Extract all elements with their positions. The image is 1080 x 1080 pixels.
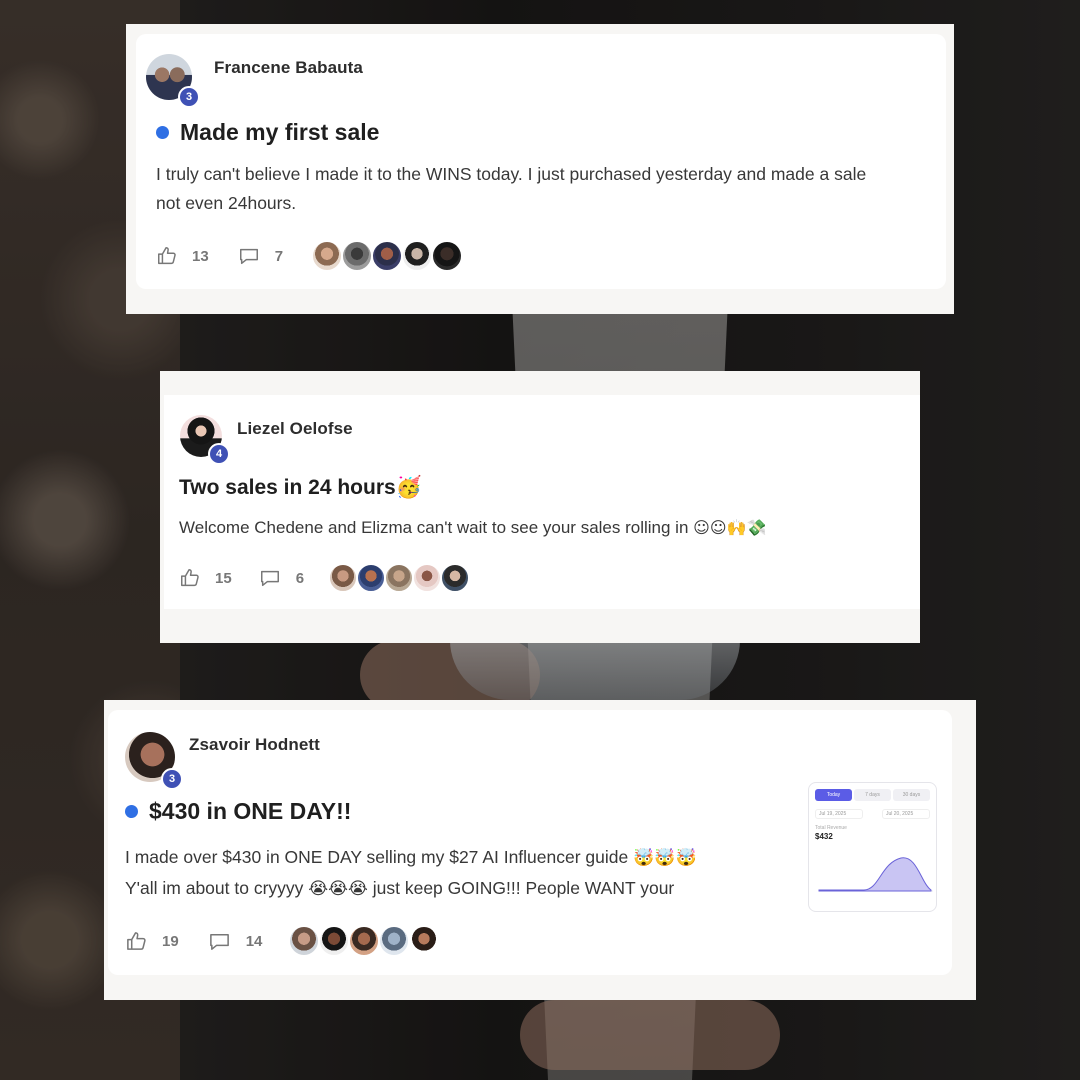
commenter-avatar[interactable] (440, 563, 471, 593)
post-frame-1: 3 Francene Babauta Made my first sale I … (126, 24, 954, 314)
post-author[interactable]: 4 Liezel Oelofse (180, 415, 353, 465)
commenter-avatar[interactable] (311, 240, 344, 272)
post-body-line: I truly can't believe I made it to the W… (156, 164, 867, 184)
attachment-tab: Today (815, 789, 852, 801)
author-name[interactable]: Francene Babauta (214, 58, 363, 78)
speech-bubble-icon (239, 248, 258, 265)
comment-button[interactable]: 6 (258, 567, 304, 589)
post-frame-3: 3 Zsavoir Hodnett $430 in ONE DAY!! I ma… (104, 700, 976, 1000)
post-title-text: Made my first sale (180, 119, 380, 145)
post-stats: 13 7 (156, 240, 464, 272)
like-button[interactable]: 19 (125, 930, 179, 953)
comment-button[interactable]: 7 (237, 245, 283, 267)
commenter-avatar[interactable] (412, 563, 443, 593)
post-card[interactable]: 3 Zsavoir Hodnett $430 in ONE DAY!! I ma… (108, 710, 952, 975)
post-title[interactable]: Made my first sale (156, 119, 379, 146)
post-author[interactable]: 3 Zsavoir Hodnett (125, 732, 320, 790)
author-avatar[interactable]: 3 (125, 732, 183, 790)
attachment-tab: 30 days (893, 789, 930, 801)
body-emojis: ☺☺🙌💸 (693, 518, 767, 537)
post-stats: 15 6 (179, 563, 471, 593)
commenter-avatar[interactable] (384, 563, 415, 593)
author-name[interactable]: Liezel Oelofse (237, 419, 353, 439)
post-body-line: just keep GOING!!! People WANT your (372, 878, 675, 898)
attachment-date-to: Jul 20, 2025 (882, 809, 930, 819)
post-body-line: I made over $430 in ONE DAY selling my $… (125, 847, 629, 867)
post-title-text: Two sales in 24 hours (179, 475, 396, 499)
party-emoji: 🥳 (395, 475, 422, 499)
post-author[interactable]: 3 Francene Babauta (146, 54, 363, 108)
commenter-avatar[interactable] (378, 925, 411, 957)
unread-dot (156, 126, 169, 139)
commenter-avatar[interactable] (356, 563, 387, 593)
commenter-avatars (328, 563, 471, 593)
comment-count: 7 (274, 247, 284, 265)
author-avatar[interactable]: 4 (180, 415, 230, 465)
attachment-tabs: Today 7 days 30 days (815, 789, 930, 801)
commenter-avatar[interactable] (431, 240, 464, 272)
level-badge: 4 (208, 443, 230, 465)
commenter-avatar[interactable] (341, 240, 374, 272)
speech-bubble-icon (209, 933, 229, 950)
thumbs-up-icon (127, 931, 146, 950)
thumbs-up-icon (158, 247, 176, 265)
post-body: I made over $430 in ONE DAY selling my $… (125, 842, 697, 904)
post-body-line: Y'all im about to cryyyy (125, 878, 304, 898)
comment-button[interactable]: 14 (207, 930, 263, 953)
post-frame-2: 4 Liezel Oelofse Two sales in 24 hours 🥳… (160, 371, 920, 643)
attachment-metric-label: Total Revenue (815, 825, 847, 831)
post-attachment-thumbnail[interactable]: Today 7 days 30 days Jul 19, 2025 Jul 20… (808, 782, 937, 912)
post-stats: 19 14 (125, 925, 441, 957)
author-avatar[interactable]: 3 (146, 54, 200, 108)
unread-dot (125, 805, 138, 818)
author-name[interactable]: Zsavoir Hodnett (189, 735, 320, 755)
speech-bubble-icon (260, 570, 279, 587)
level-badge: 3 (161, 768, 183, 790)
post-body-line: not even 24hours. (156, 193, 297, 213)
attachment-date-range: Jul 19, 2025 Jul 20, 2025 (815, 809, 930, 819)
comment-count: 6 (295, 569, 305, 587)
level-badge: 3 (178, 86, 200, 108)
post-title[interactable]: Two sales in 24 hours 🥳 (179, 475, 422, 500)
commenter-avatar[interactable] (288, 925, 321, 957)
attachment-metric-value: $432 (815, 832, 833, 841)
post-body-line: Welcome Chedene and Elizma can't wait to… (179, 518, 689, 537)
commenter-avatar[interactable] (318, 925, 351, 957)
like-count: 19 (162, 932, 179, 950)
commenter-avatars (311, 240, 464, 272)
post-card[interactable]: 3 Francene Babauta Made my first sale I … (136, 34, 946, 289)
commenter-avatar[interactable] (401, 240, 434, 272)
commenter-avatar[interactable] (328, 563, 359, 593)
commenter-avatar[interactable] (348, 925, 381, 957)
attachment-date-from: Jul 19, 2025 (815, 809, 863, 819)
commenter-avatar[interactable] (371, 240, 404, 272)
crying-emojis: 😭😭😭 (308, 879, 368, 899)
commenter-avatar[interactable] (408, 925, 441, 957)
thumbs-up-icon (181, 569, 199, 587)
post-body: I truly can't believe I made it to the W… (156, 160, 866, 218)
attachment-tab: 7 days (854, 789, 891, 801)
post-body: Welcome Chedene and Elizma can't wait to… (179, 513, 766, 542)
revenue-mini-chart (818, 857, 933, 892)
comment-count: 14 (245, 932, 263, 950)
post-title[interactable]: $430 in ONE DAY!! (125, 798, 351, 825)
like-count: 13 (192, 247, 209, 265)
commenter-avatars (288, 925, 441, 957)
post-card[interactable]: 4 Liezel Oelofse Two sales in 24 hours 🥳… (164, 395, 920, 609)
like-count: 15 (215, 569, 232, 587)
like-button[interactable]: 15 (179, 567, 232, 589)
mind-blown-emojis: 🤯🤯🤯 (633, 848, 697, 868)
post-title-text: $430 in ONE DAY!! (149, 798, 352, 824)
like-button[interactable]: 13 (156, 245, 209, 267)
